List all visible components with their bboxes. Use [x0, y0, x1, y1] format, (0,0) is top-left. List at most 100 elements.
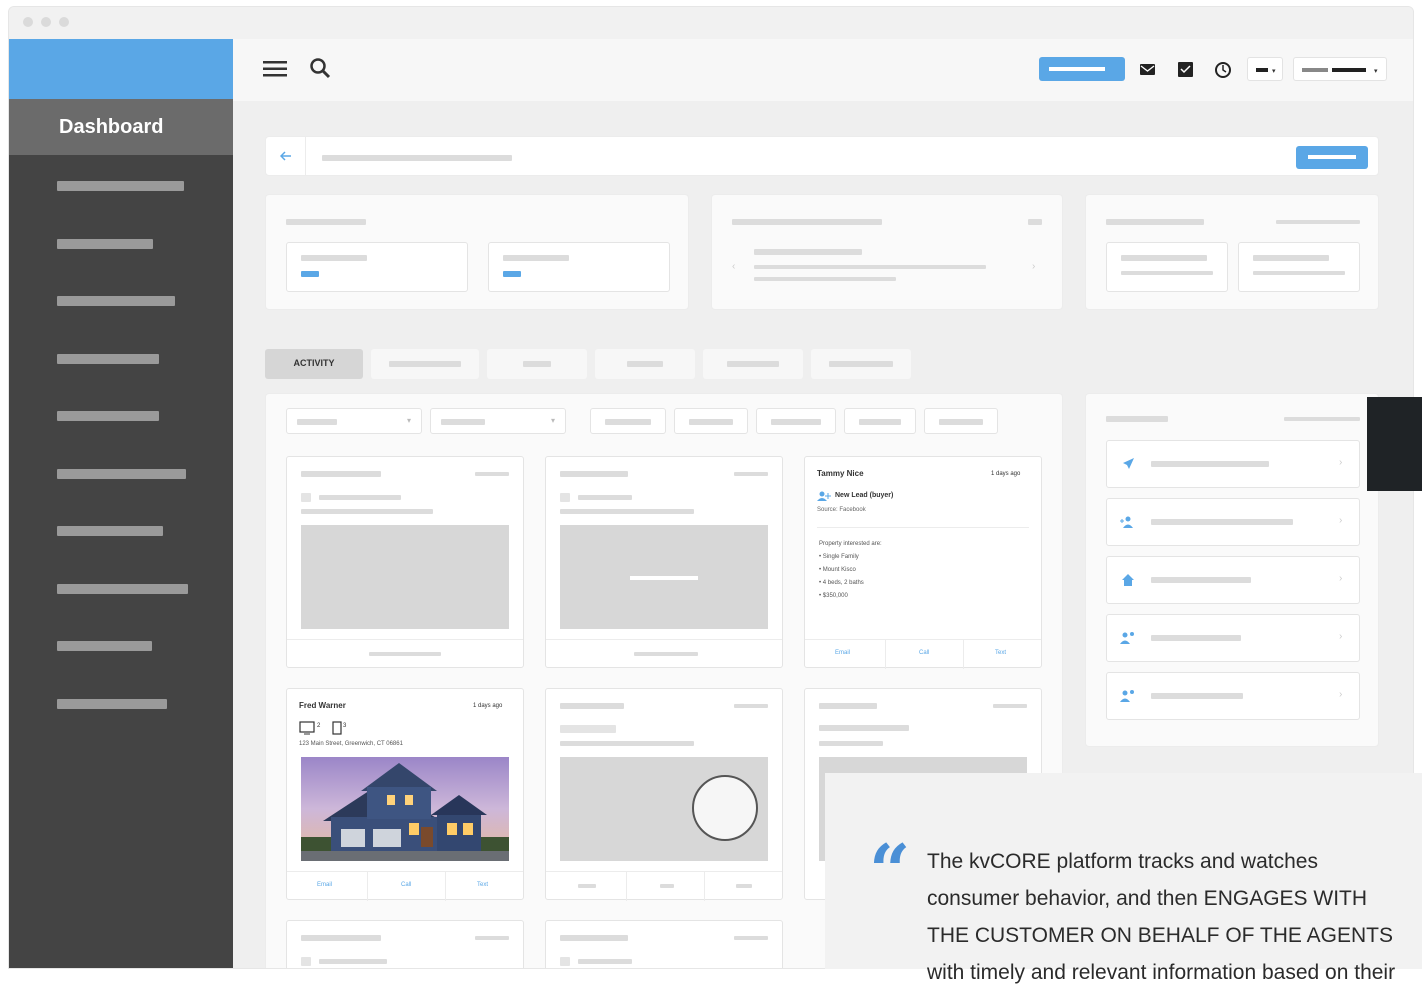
image-placeholder — [301, 525, 509, 629]
sidebar-item[interactable] — [57, 354, 159, 364]
filter-chip[interactable] — [756, 408, 836, 434]
lead-source: Source: Facebook — [817, 507, 866, 513]
lead-address: 123 Main Street, Greenwich, CT 06861 — [299, 741, 403, 747]
sidebar-item[interactable] — [57, 469, 186, 479]
window-minimize-dot[interactable] — [41, 17, 51, 27]
device-icons: 23 — [299, 721, 347, 735]
tab[interactable] — [811, 349, 911, 379]
checkbox-icon[interactable] — [1177, 61, 1195, 79]
account-dropdown[interactable]: ▾ — [1293, 57, 1387, 81]
testimonial-quote: “ The kvCORE platform tracks and watches… — [825, 773, 1422, 984]
stat-box[interactable] — [286, 242, 468, 292]
action-button[interactable] — [1296, 146, 1368, 169]
filter-chip[interactable] — [674, 408, 748, 434]
tab-activity-label: ACTIVITY — [293, 358, 335, 368]
summary-card-title — [286, 219, 366, 225]
side-tab[interactable] — [1367, 397, 1422, 491]
user-add-icon — [817, 491, 831, 501]
interest-item: • Mount Kisco — [819, 567, 856, 573]
back-button[interactable] — [266, 137, 306, 175]
sidebar-item[interactable] — [57, 641, 152, 651]
tab[interactable] — [371, 349, 479, 379]
tab-activity[interactable]: ACTIVITY — [265, 349, 363, 379]
filter-chip[interactable] — [590, 408, 666, 434]
quick-action-item[interactable]: › — [1106, 440, 1360, 488]
svg-text:3: 3 — [343, 723, 347, 729]
carousel-next[interactable]: › — [1032, 261, 1035, 272]
search-icon[interactable] — [309, 57, 331, 79]
window-maximize-dot[interactable] — [59, 17, 69, 27]
summary-card — [1085, 194, 1379, 310]
call-action[interactable]: Call — [919, 650, 929, 656]
sidebar-dashboard-item[interactable]: Dashboard — [9, 99, 233, 155]
top-bar: ▾ ▾ — [233, 39, 1413, 101]
lead-name: Fred Warner — [299, 701, 346, 710]
text-action[interactable]: Text — [477, 882, 488, 888]
filter-chip[interactable] — [844, 408, 916, 434]
sidebar-dashboard-label: Dashboard — [59, 115, 164, 138]
filter-select[interactable]: ▾ — [286, 408, 422, 434]
house-photo — [301, 757, 509, 861]
stat-box[interactable] — [1238, 242, 1360, 292]
interest-heading: Property interested are: — [819, 541, 882, 547]
mail-icon[interactable] — [1139, 61, 1157, 79]
stat-box[interactable] — [1106, 242, 1228, 292]
sidebar-item[interactable] — [57, 699, 167, 709]
activity-card[interactable] — [286, 920, 524, 968]
back-arrow-icon — [280, 151, 291, 161]
lead-type: New Lead (buyer) — [835, 492, 894, 499]
quick-actions-panel: › › › › › — [1085, 393, 1379, 747]
menu-icon[interactable] — [263, 59, 287, 79]
activity-card[interactable] — [286, 456, 524, 668]
breadcrumb-text — [322, 155, 512, 161]
quick-action-item[interactable]: › — [1106, 556, 1360, 604]
primary-dropdown-button[interactable] — [1039, 57, 1125, 81]
filter-select[interactable]: ▾ — [430, 408, 566, 434]
quick-action-item[interactable]: › — [1106, 614, 1360, 662]
sidebar-item[interactable] — [57, 181, 184, 191]
summary-card — [265, 194, 689, 310]
window-close-dot[interactable] — [23, 17, 33, 27]
lead-name: Tammy Nice — [817, 469, 864, 478]
sidebar-logo-area — [9, 39, 233, 99]
tab[interactable] — [487, 349, 587, 379]
quick-action-item[interactable]: › — [1106, 672, 1360, 720]
filter-chip[interactable] — [924, 408, 998, 434]
sidebar-item[interactable] — [57, 584, 188, 594]
text-action[interactable]: Text — [995, 650, 1006, 656]
interest-item: • $350,000 — [819, 593, 848, 599]
activity-card[interactable] — [545, 688, 783, 901]
email-action[interactable]: Email — [317, 882, 332, 888]
home-icon — [1122, 574, 1134, 586]
stat-box[interactable] — [488, 242, 670, 292]
tab[interactable] — [595, 349, 695, 379]
call-action[interactable]: Call — [401, 882, 411, 888]
lead-card[interactable]: Fred Warner 1 days ago 23 123 Main Stree… — [286, 688, 524, 901]
sidebar-item[interactable] — [57, 411, 159, 421]
play-button[interactable] — [692, 775, 758, 841]
video-placeholder[interactable] — [560, 525, 768, 629]
quick-action-item[interactable]: › — [1106, 498, 1360, 546]
lead-time: 1 days ago — [473, 703, 503, 709]
user-add-icon — [1120, 516, 1133, 528]
tab[interactable] — [703, 349, 803, 379]
breadcrumb — [265, 136, 1379, 176]
users-icon — [1120, 690, 1134, 702]
lead-time: 1 days ago — [991, 471, 1021, 477]
sidebar-item[interactable] — [57, 296, 175, 306]
history-icon[interactable] — [1213, 60, 1233, 80]
sidebar-item[interactable] — [57, 239, 153, 249]
rocket-icon — [1123, 458, 1134, 469]
quote-mark-icon: “ — [869, 828, 911, 913]
interest-item: • 4 beds, 2 baths — [819, 580, 864, 586]
activity-card[interactable] — [545, 920, 783, 968]
activity-card[interactable] — [545, 456, 783, 668]
email-action[interactable]: Email — [835, 650, 850, 656]
title-bar — [9, 7, 1413, 39]
user-dropdown[interactable]: ▾ — [1247, 57, 1283, 81]
lead-card[interactable]: Tammy Nice 1 days ago New Lead (buyer) S… — [804, 456, 1042, 669]
sidebar: Dashboard — [9, 39, 233, 968]
carousel-prev[interactable]: ‹ — [732, 261, 735, 272]
image-placeholder — [560, 757, 768, 861]
sidebar-item[interactable] — [57, 526, 163, 536]
